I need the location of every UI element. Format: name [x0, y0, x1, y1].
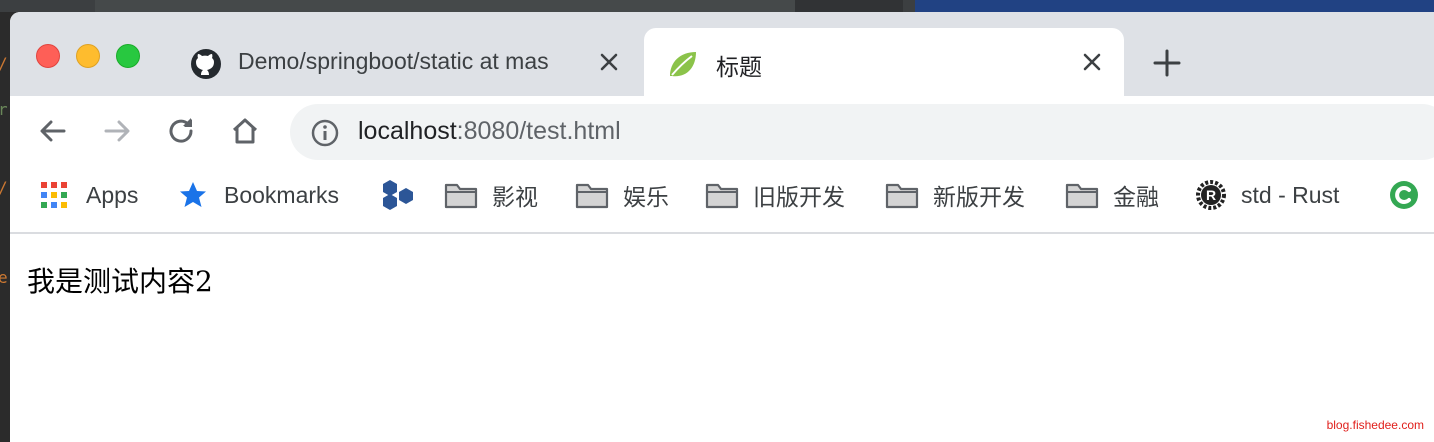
- background-editor-gutter: [795, 0, 903, 12]
- rust-icon: R: [1196, 180, 1226, 210]
- page-content: 我是测试内容2: [10, 234, 1434, 442]
- star-icon: [180, 182, 206, 207]
- tab-title: 标题: [716, 54, 762, 80]
- svg-text:R: R: [1206, 187, 1216, 203]
- url-port-path: :8080/test.html: [456, 117, 621, 145]
- reload-icon[interactable]: [164, 114, 198, 148]
- spring-leaf-icon: [670, 52, 696, 77]
- bookmark-folder[interactable]: 金融: [1065, 180, 1159, 210]
- bookmark-rust[interactable]: R std - Rust: [1195, 180, 1339, 210]
- maximize-window-button[interactable]: [116, 44, 140, 68]
- arrow-left-icon[interactable]: [36, 114, 70, 148]
- hexagons-icon: [383, 180, 413, 210]
- browser-window: Demo/springboot/static at mas 标题 localho…: [10, 12, 1434, 442]
- navigation-toolbar: localhost:8080/test.html: [10, 96, 1434, 166]
- background-editor-selection: [915, 0, 1434, 12]
- folder-icon: [575, 183, 609, 209]
- bookmark-folder[interactable]: 娱乐: [575, 180, 669, 210]
- tab-title: Demo/springboot/static at mas: [238, 48, 549, 74]
- bookmark-label: 新版开发: [933, 184, 1025, 210]
- bookmark-label: 影视: [492, 184, 538, 210]
- close-window-button[interactable]: [36, 44, 60, 68]
- background-code-char: /: [0, 178, 8, 197]
- background-editor-tab: [95, 0, 795, 12]
- close-icon[interactable]: [1080, 50, 1104, 74]
- plus-icon[interactable]: [1150, 46, 1184, 80]
- bookmark-label: 娱乐: [623, 184, 669, 210]
- bookmarks-bar: Apps Bookmarks 影视 娱乐 旧版开发 新版开发 金融 R std …: [10, 166, 1434, 234]
- info-icon[interactable]: [310, 118, 340, 148]
- url-host: localhost: [358, 117, 457, 145]
- address-bar[interactable]: localhost:8080/test.html: [290, 104, 1434, 160]
- background-code-char: e: [0, 268, 8, 287]
- bookmark-label: std - Rust: [1241, 181, 1340, 208]
- bookmark-bookmarks[interactable]: Bookmarks: [178, 180, 339, 210]
- folder-icon: [705, 183, 739, 209]
- minimize-window-button[interactable]: [76, 44, 100, 68]
- bookmark-folder[interactable]: 旧版开发: [705, 180, 845, 210]
- folder-icon: [1065, 183, 1099, 209]
- background-code-char: /: [0, 54, 8, 73]
- github-icon: [191, 49, 221, 79]
- background-code-char: r: [0, 100, 8, 119]
- tab-active[interactable]: 标题: [644, 28, 1124, 96]
- bookmark-label: 旧版开发: [753, 184, 845, 210]
- tab-strip: Demo/springboot/static at mas 标题: [10, 12, 1434, 96]
- home-icon[interactable]: [228, 114, 262, 148]
- bookmark-folder[interactable]: 影视: [444, 180, 538, 210]
- close-icon[interactable]: [597, 50, 621, 74]
- background-editor-bar: [0, 0, 1434, 12]
- bookmark-hexagons[interactable]: [380, 180, 416, 210]
- url-text[interactable]: localhost:8080/test.html: [358, 117, 621, 146]
- folder-icon: [444, 183, 478, 209]
- background-editor-code: / r / e: [0, 12, 10, 442]
- bookmark-green-c[interactable]: [1388, 180, 1420, 210]
- bookmark-label: Bookmarks: [224, 181, 340, 208]
- bookmark-label: 金融: [1113, 184, 1159, 210]
- arrow-right-icon[interactable]: [100, 114, 134, 148]
- green-c-icon: [1390, 181, 1418, 209]
- folder-icon: [885, 183, 919, 209]
- watermark: blog.fishedee.com: [1326, 418, 1424, 432]
- apps-grid-icon: [41, 182, 67, 208]
- tab-github[interactable]: Demo/springboot/static at mas: [178, 28, 633, 96]
- page-text: 我是测试内容2: [27, 265, 213, 298]
- bookmark-label: Apps: [86, 181, 139, 208]
- bookmark-folder[interactable]: 新版开发: [885, 180, 1025, 210]
- bookmark-apps[interactable]: Apps: [40, 180, 138, 210]
